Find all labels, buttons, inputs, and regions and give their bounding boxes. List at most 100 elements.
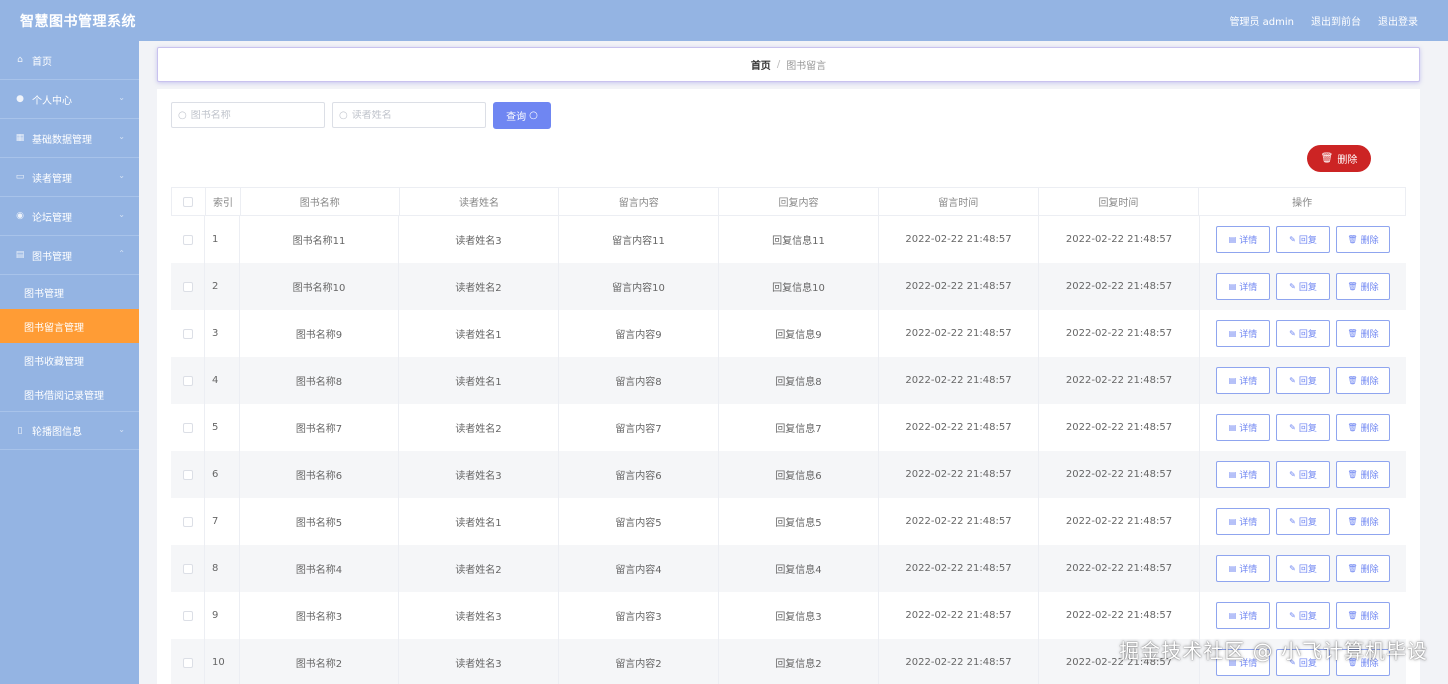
reply-button[interactable]: ✎ 回复 [1276, 273, 1330, 300]
app-title: 智慧图书管理系统 [20, 13, 136, 30]
delete-button[interactable]: 🗑 删除 [1336, 320, 1390, 347]
document-icon: ▤ [1228, 470, 1237, 479]
header-reply: 回复内容 [719, 188, 879, 215]
sidebar-item-carousel[interactable]: ▯ 轮播图信息 ⌄ [0, 411, 139, 450]
reply-button[interactable]: ✎ 回复 [1276, 461, 1330, 488]
delete-button[interactable]: 🗑 删除 [1336, 555, 1390, 582]
sidebar-subitem-book-favorites[interactable]: 图书收藏管理 [0, 343, 139, 377]
cell-book-name: 图书名称4 [240, 545, 399, 592]
sidebar-item-readers[interactable]: ▭ 读者管理 ⌄ [0, 158, 139, 197]
sidebar-item-forum[interactable]: ◉ 论坛管理 ⌄ [0, 197, 139, 236]
delete-button-label: 删除 [1360, 471, 1379, 481]
cell-message-time: 2022-02-22 21:48:57 [879, 498, 1039, 545]
table-row: 4 图书名称8 读者姓名1 留言内容8 回复信息8 2022-02-22 21:48:57… [171, 357, 1406, 404]
sidebar-item-home[interactable]: ⌂ 首页 [0, 41, 139, 80]
detail-button[interactable]: ▤ 详情 [1216, 320, 1270, 347]
logout-link[interactable]: 退出登录 [1378, 13, 1418, 28]
detail-button[interactable]: ▤ 详情 [1216, 602, 1270, 629]
reply-button-label: 回复 [1298, 612, 1317, 622]
delete-button-label: 删除 [1360, 377, 1379, 387]
sidebar-item-books[interactable]: ▤ 图书管理 ⌃ [0, 236, 139, 275]
row-checkbox[interactable] [182, 375, 193, 386]
cell-reader-name: 读者姓名3 [399, 451, 559, 498]
row-checkbox[interactable] [182, 234, 193, 245]
breadcrumb-home[interactable]: 首页 [751, 57, 771, 72]
header-ops: 操作 [1292, 198, 1313, 209]
row-checkbox[interactable] [182, 563, 193, 574]
row-select-cell [171, 639, 205, 684]
back-to-frontend-link[interactable]: 退出到前台 [1311, 13, 1361, 28]
delete-button[interactable]: 🗑 删除 [1336, 508, 1390, 535]
chevron-down-icon: ⌄ [118, 171, 125, 180]
delete-button[interactable]: 🗑 删除 [1336, 414, 1390, 441]
cell-book-name: 图书名称5 [240, 498, 399, 545]
row-checkbox[interactable] [182, 516, 193, 527]
batch-delete-button[interactable]: 🗑 删除 [1307, 145, 1371, 172]
delete-button-label: 删除 [1360, 518, 1379, 528]
reply-button-label: 回复 [1298, 424, 1317, 434]
row-checkbox[interactable] [182, 328, 193, 339]
cell-message: 留言内容3 [559, 592, 719, 639]
delete-button[interactable]: 🗑 删除 [1336, 367, 1390, 394]
delete-button[interactable]: 🗑 删除 [1336, 226, 1390, 253]
reply-button[interactable]: ✎ 回复 [1276, 226, 1330, 253]
cell-reply-time: 2022-02-22 21:48:57 [1039, 592, 1200, 639]
detail-button[interactable]: ▤ 详情 [1216, 226, 1270, 253]
query-button[interactable]: 查询 ○ [493, 102, 551, 129]
sidebar: ⌂ 首页 ● 个人中心 ⌄ ▦ 基础数据管理 ⌄ ▭ 读者管理 ⌄ ◉ 论坛管理… [0, 41, 139, 684]
cell-message-time: 2022-02-22 21:48:57 [879, 310, 1039, 357]
query-button-label: 查询 [506, 112, 527, 123]
reader-name-input[interactable] [351, 109, 472, 121]
detail-button[interactable]: ▤ 详情 [1216, 273, 1270, 300]
trash-icon: 🗑 [1347, 282, 1358, 291]
cell-reply-time: 2022-02-22 21:48:57 [1039, 263, 1200, 310]
sidebar-item-label: 论坛管理 [32, 212, 72, 224]
select-all-checkbox[interactable] [183, 196, 194, 207]
reply-button-label: 回复 [1298, 471, 1317, 481]
detail-button-label: 详情 [1239, 612, 1258, 622]
row-select-cell [171, 310, 205, 357]
sidebar-item-personal-center[interactable]: ● 个人中心 ⌄ [0, 80, 139, 119]
cell-index: 9 [205, 592, 240, 639]
reader-name-search[interactable]: ○ [332, 102, 486, 128]
delete-button[interactable]: 🗑 删除 [1336, 461, 1390, 488]
cell-message-time: 2022-02-22 21:48:57 [879, 404, 1039, 451]
row-checkbox[interactable] [182, 281, 193, 292]
reply-button[interactable]: ✎ 回复 [1276, 414, 1330, 441]
row-checkbox[interactable] [182, 422, 193, 433]
reply-button[interactable]: ✎ 回复 [1276, 555, 1330, 582]
edit-icon: ✎ [1289, 329, 1296, 338]
table-header: 索引 图书名称 读者姓名 留言内容 回复内容 留言时间 回复时间 操作 [171, 187, 1406, 216]
reply-button[interactable]: ✎ 回复 [1276, 320, 1330, 347]
detail-button-label: 详情 [1239, 424, 1258, 434]
delete-button[interactable]: 🗑 删除 [1336, 273, 1390, 300]
row-checkbox[interactable] [182, 657, 193, 668]
sidebar-item-basic-data[interactable]: ▦ 基础数据管理 ⌄ [0, 119, 139, 158]
document-icon: ▤ [1228, 611, 1237, 620]
reply-button[interactable]: ✎ 回复 [1276, 508, 1330, 535]
detail-button[interactable]: ▤ 详情 [1216, 555, 1270, 582]
row-checkbox[interactable] [182, 610, 193, 621]
detail-button[interactable]: ▤ 详情 [1216, 508, 1270, 535]
book-name-input[interactable] [190, 109, 311, 121]
book-name-search[interactable]: ○ [171, 102, 325, 128]
trash-icon: 🗑 [1347, 470, 1358, 479]
sidebar-item-label: 图书管理 [32, 251, 72, 263]
header-index: 索引 [206, 188, 241, 215]
breadcrumb: 首页 / 图书留言 [157, 47, 1420, 82]
detail-button[interactable]: ▤ 详情 [1216, 414, 1270, 441]
cell-reply-time: 2022-02-22 21:48:57 [1039, 404, 1200, 451]
sidebar-subitem-book-management[interactable]: 图书管理 [0, 275, 139, 309]
detail-button[interactable]: ▤ 详情 [1216, 461, 1270, 488]
row-checkbox[interactable] [182, 469, 193, 480]
reply-button[interactable]: ✎ 回复 [1276, 367, 1330, 394]
delete-button[interactable]: 🗑 删除 [1336, 602, 1390, 629]
reply-button[interactable]: ✎ 回复 [1276, 602, 1330, 629]
sidebar-subitem-borrow-records[interactable]: 图书借阅记录管理 [0, 377, 139, 411]
detail-button[interactable]: ▤ 详情 [1216, 367, 1270, 394]
select-all-cell [172, 188, 206, 215]
search-icon: ○ [339, 109, 348, 121]
reply-button-label: 回复 [1298, 518, 1317, 528]
sidebar-subitem-book-messages[interactable]: 图书留言管理 [0, 309, 139, 343]
watermark-text: 掘金技术社区 @ 小飞计算机毕设 [1119, 639, 1428, 663]
